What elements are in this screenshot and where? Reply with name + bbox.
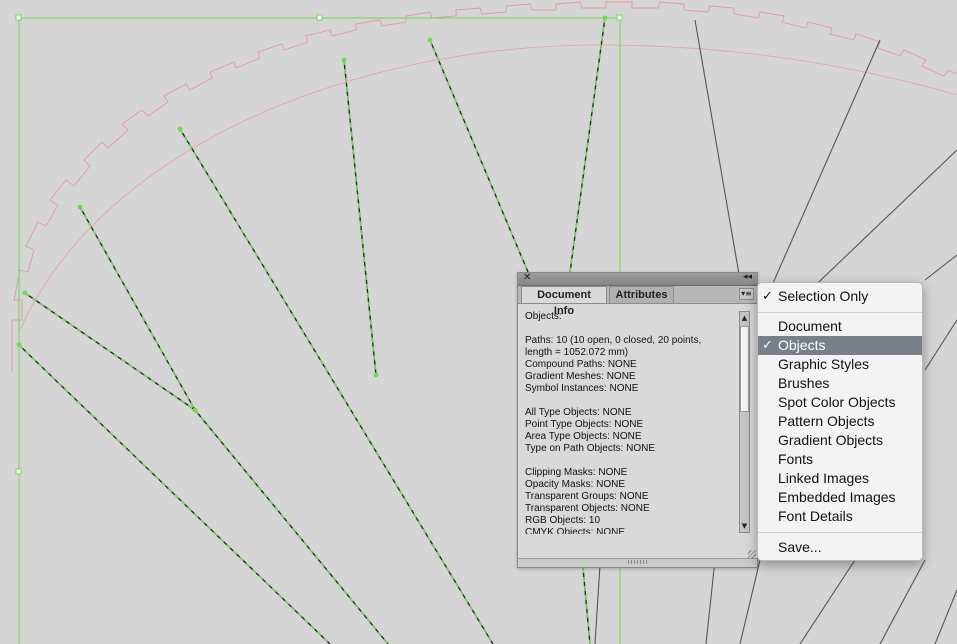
scroll-thumb[interactable] (740, 326, 749, 412)
menu-item-fonts[interactable]: Fonts (758, 450, 922, 469)
menu-item-document[interactable]: Document (758, 317, 922, 336)
info-line: Type on Path Objects: NONE (525, 443, 656, 454)
close-icon[interactable]: ✕ (523, 272, 531, 283)
menu-item-label: Save... (778, 539, 822, 555)
menu-item-save[interactable]: Save... (758, 538, 922, 557)
menu-item-font-details[interactable]: Font Details (758, 507, 922, 526)
menu-item-label: Fonts (778, 451, 814, 467)
checkmark-icon: ✓ (762, 289, 773, 304)
info-line: Symbol Instances: NONE (525, 383, 639, 394)
menu-item-label: Linked Images (778, 470, 870, 486)
panel-menu-icon[interactable]: ▾≡ (739, 288, 754, 300)
menu-item-label: Graphic Styles (778, 356, 870, 372)
menu-item-label: Font Details (778, 508, 853, 524)
panel-flyout-menu[interactable]: ✓ Selection Only Document ✓ Objects Graphic S… (757, 282, 923, 561)
info-line: length = 1052.072 mm) (525, 347, 629, 358)
info-line: RGB Objects: 10 (525, 515, 601, 526)
info-line: Opacity Masks: NONE (525, 479, 626, 490)
menu-item-embedded-images[interactable]: Embedded Images (758, 488, 922, 507)
info-line: Transparent Groups: NONE (525, 491, 649, 502)
panel-bottom-bar[interactable] (518, 558, 757, 567)
menu-item-pattern-objects[interactable]: Pattern Objects (758, 412, 922, 431)
info-line: All Type Objects: NONE (525, 407, 632, 418)
menu-item-label: Embedded Images (778, 489, 896, 505)
info-line: Point Type Objects: NONE (525, 419, 644, 430)
double-chevron-left-icon[interactable]: ◂◂ (743, 272, 752, 282)
menu-item-graphic-styles[interactable]: Graphic Styles (758, 355, 922, 374)
menu-item-gradient-objects[interactable]: Gradient Objects (758, 431, 922, 450)
info-line: Transparent Objects: NONE (525, 503, 650, 514)
info-line (525, 395, 737, 407)
info-line: Paths: 10 (10 open, 0 closed, 20 points, (525, 335, 702, 346)
menu-separator (758, 312, 922, 313)
menu-item-label: Document (778, 318, 842, 334)
menu-item-brushes[interactable]: Brushes (758, 374, 922, 393)
tab-document-info[interactable]: Document Info (521, 286, 607, 317)
panel-titlebar[interactable]: ✕ ◂◂ (518, 272, 757, 286)
menu-item-label: Brushes (778, 375, 830, 391)
info-line (525, 323, 737, 335)
info-line: Clipping Masks: NONE (525, 467, 628, 478)
scroll-down-arrow-icon[interactable]: ▼ (740, 520, 749, 532)
info-line: Compound Paths: NONE (525, 359, 637, 370)
menu-item-selection-only[interactable]: ✓ Selection Only (758, 287, 922, 306)
info-line: Gradient Meshes: NONE (525, 371, 636, 382)
menu-item-label: Pattern Objects (778, 413, 875, 429)
checkmark-icon: ✓ (762, 338, 773, 353)
menu-item-label: Selection Only (778, 288, 869, 304)
scroll-up-arrow-icon[interactable]: ▲ (740, 312, 749, 324)
menu-item-spot-color-objects[interactable]: Spot Color Objects (758, 393, 922, 412)
menu-item-label: Gradient Objects (778, 432, 884, 448)
menu-item-linked-images[interactable]: Linked Images (758, 469, 922, 488)
resize-grip-icon[interactable] (748, 550, 756, 558)
grip-icon[interactable] (628, 560, 648, 564)
info-line: Area Type Objects: NONE (525, 431, 642, 442)
info-line: Objects: (525, 311, 562, 322)
menu-item-label: Spot Color Objects (778, 394, 896, 410)
menu-separator (758, 532, 922, 533)
info-line (525, 455, 737, 467)
info-line: CMYK Objects: NONE (525, 527, 626, 534)
vertical-scrollbar[interactable]: ▲ ▼ (739, 311, 750, 533)
tab-attributes[interactable]: Attributes (609, 286, 674, 303)
menu-item-objects[interactable]: ✓ Objects (758, 336, 922, 355)
menu-item-label: Objects (778, 337, 826, 353)
panel-tab-bar: Document Info Attributes ▾≡ (518, 286, 757, 317)
document-info-text: Objects: Paths: 10 (10 open, 0 closed, 20… (525, 311, 737, 534)
document-info-panel[interactable]: ✕ ◂◂ Document Info Attributes ▾≡ Objects… (517, 272, 758, 568)
